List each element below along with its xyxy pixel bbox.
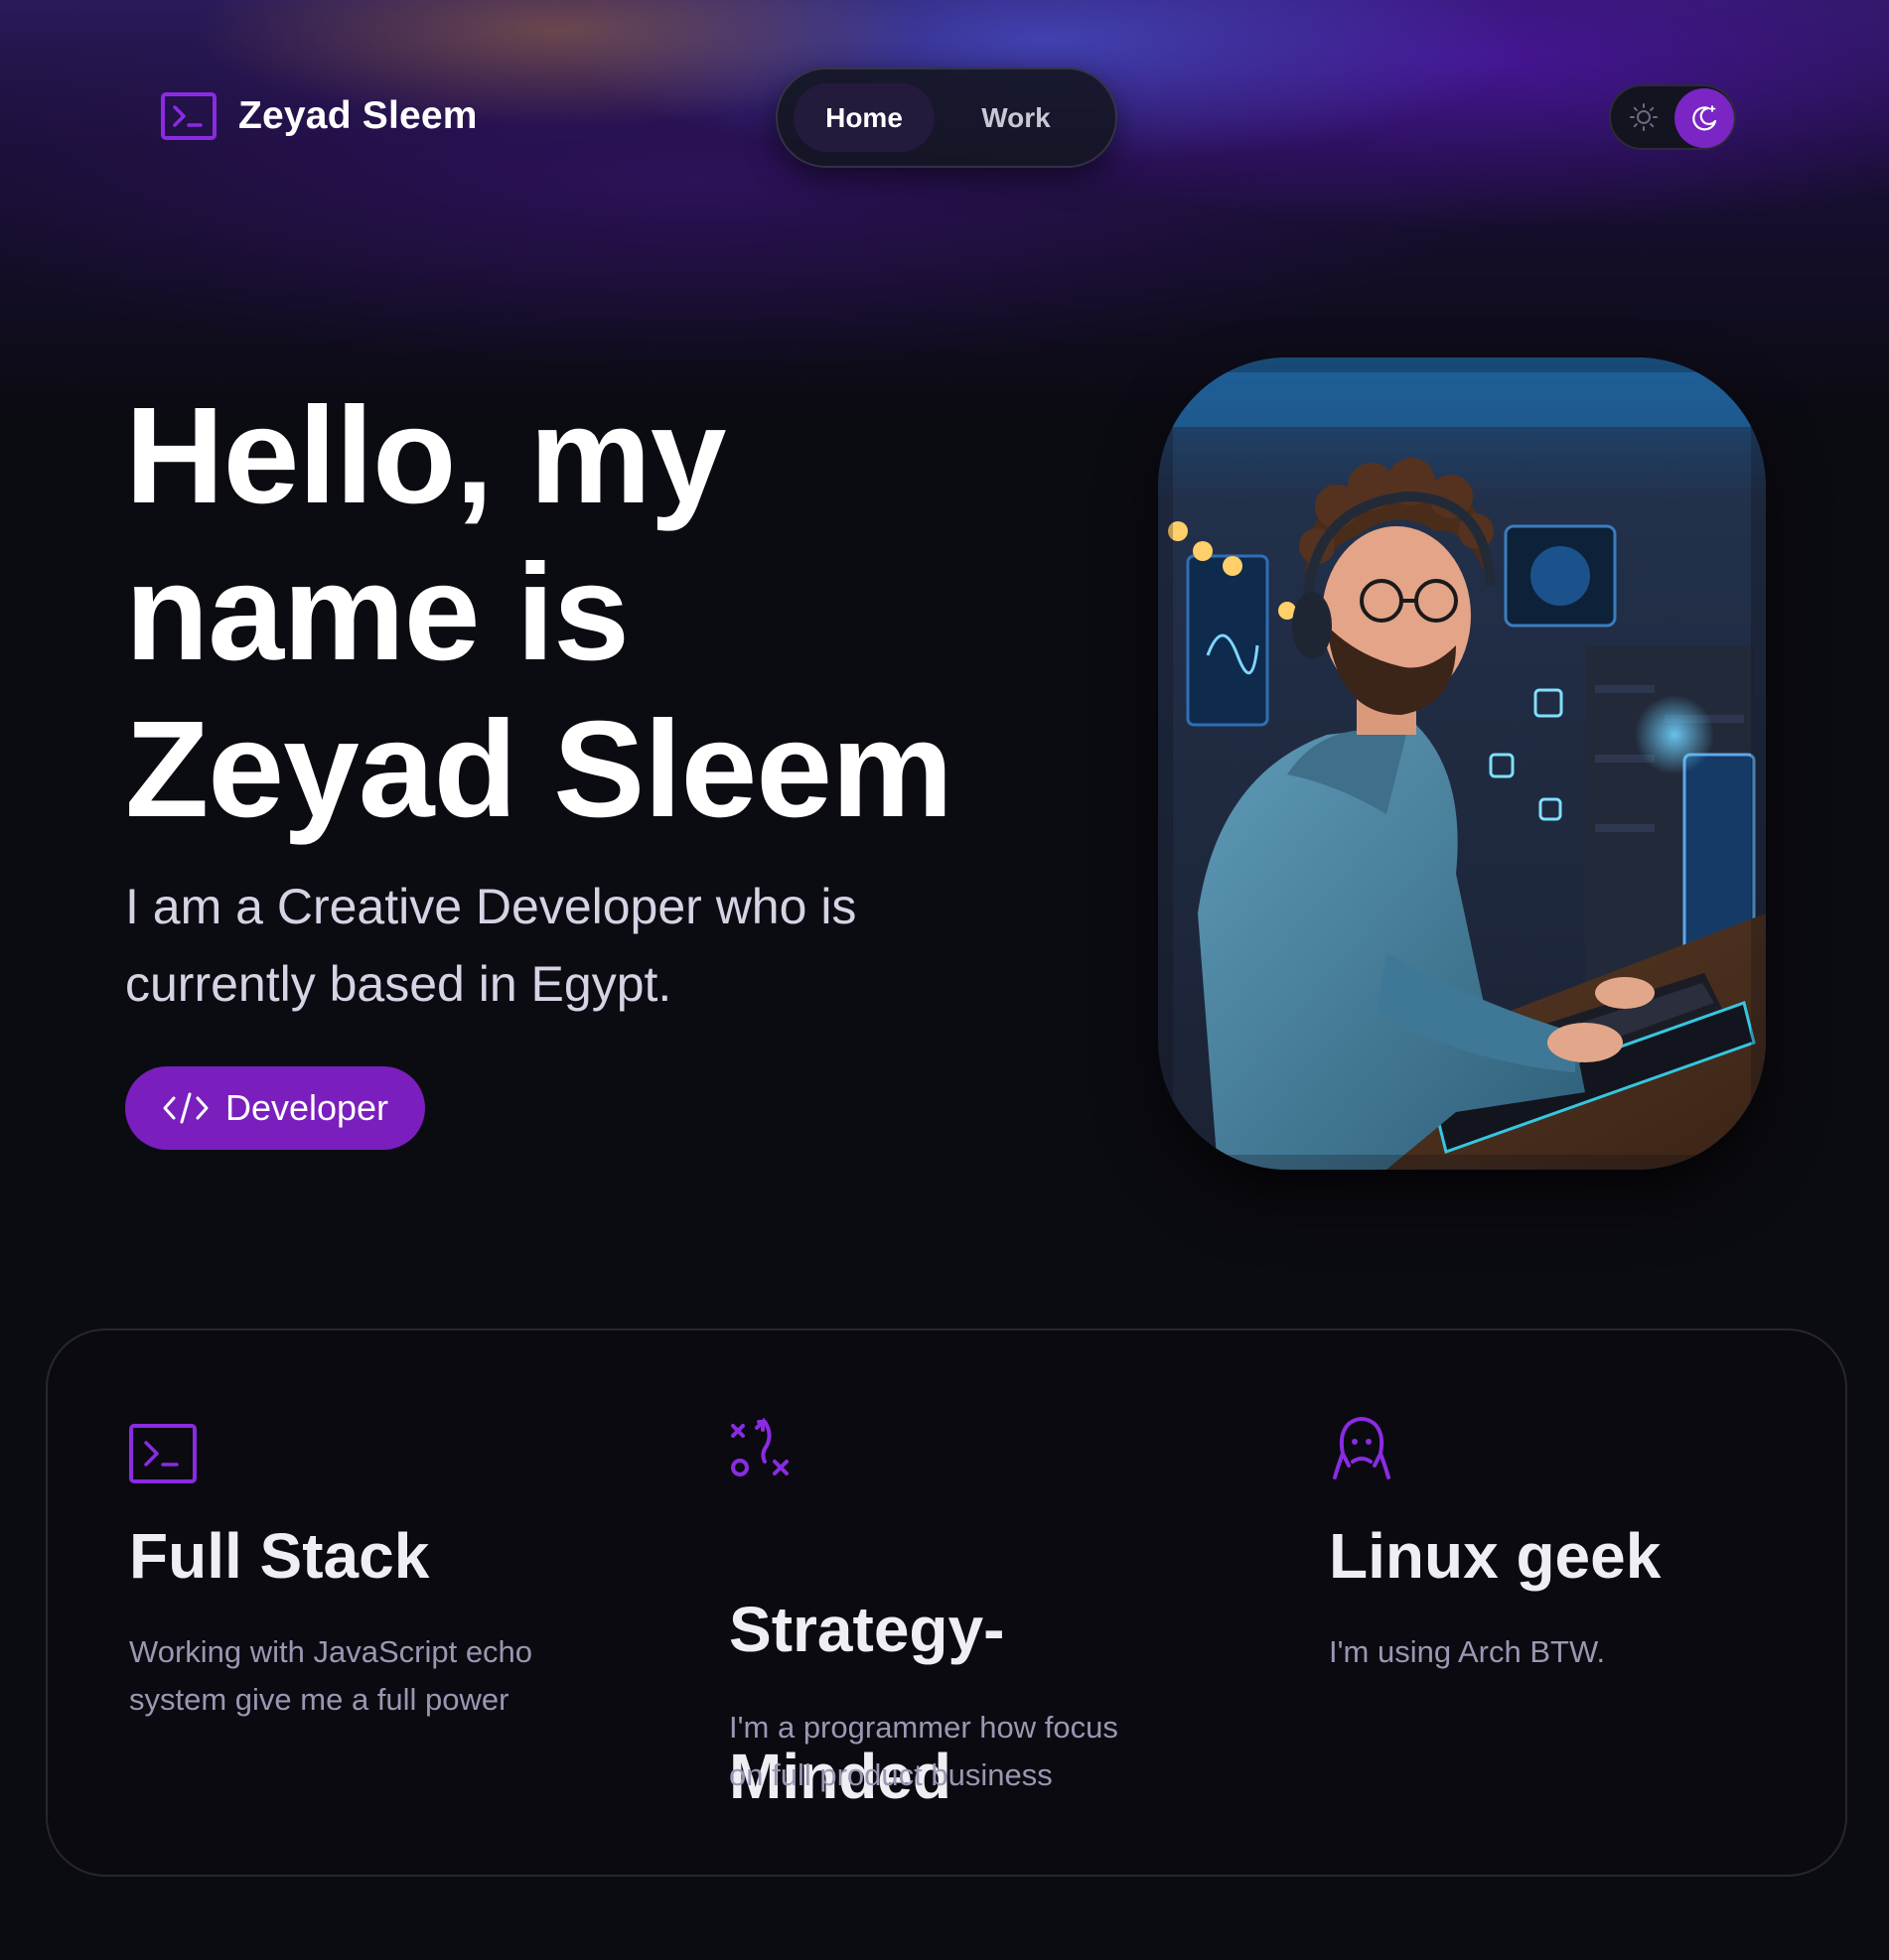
developer-button-label: Developer — [224, 1087, 389, 1128]
strategy-icon — [731, 1418, 789, 1476]
header-aurora-background — [0, 0, 1889, 417]
sun-icon — [1630, 103, 1658, 131]
hero-subtitle-line: currently based in Egypt. — [125, 956, 672, 1012]
main-nav: Home Work — [776, 68, 1117, 168]
feature-description-line: system give me a full power — [129, 1682, 509, 1717]
ghost-icon — [1333, 1417, 1390, 1479]
feature-description-line: I'm a programmer how focus — [729, 1710, 1118, 1745]
hero-title-line: name is — [125, 536, 630, 689]
code-icon — [163, 1092, 209, 1124]
moon-icon — [1692, 105, 1717, 131]
avatar-illustration — [1158, 357, 1766, 1170]
feature-title: Full Stack — [129, 1520, 430, 1592]
feature-full-stack: Full Stack Working with JavaScript echo … — [129, 1330, 646, 1879]
hero-title-line: Hello, my — [125, 379, 727, 532]
feature-title-line: Strategy- — [729, 1594, 1005, 1665]
feature-title: Linux geek — [1329, 1520, 1662, 1592]
feature-description: Working with JavaScript echo system give… — [129, 1628, 532, 1724]
brand-name: Zeyad Sleem — [238, 94, 478, 137]
terminal-icon — [161, 92, 217, 140]
feature-description: I'm a programmer how focus on full produ… — [729, 1704, 1118, 1799]
hero-title-line: Zeyad Sleem — [125, 693, 953, 846]
feature-linux-geek: Linux geek I'm using Arch BTW. — [1329, 1330, 1806, 1879]
feature-title: Strategy- Minded — [729, 1519, 1004, 1887]
developer-button[interactable]: Developer — [125, 1066, 425, 1150]
feature-description-line: on full product business — [729, 1757, 1053, 1792]
feature-strategy-minded: Strategy- Minded I'm a programmer how fo… — [729, 1330, 1245, 1879]
brand[interactable]: Zeyad Sleem — [161, 92, 478, 140]
feature-description-line: Working with JavaScript echo — [129, 1634, 533, 1669]
theme-toggle[interactable] — [1609, 84, 1736, 150]
page: Zeyad Sleem Home Work Hello, my name is … — [0, 0, 1889, 1960]
features-card: Full Stack Working with JavaScript echo … — [46, 1329, 1847, 1877]
hero-subtitle: I am a Creative Developer who is current… — [125, 868, 979, 1023]
nav-home[interactable]: Home — [794, 83, 935, 152]
hero-subtitle-line: I am a Creative Developer who is — [125, 879, 857, 934]
light-mode-button[interactable] — [1619, 92, 1669, 142]
feature-description: I'm using Arch BTW. — [1329, 1628, 1605, 1676]
hero-portrait — [1158, 357, 1766, 1170]
feature-description-line: I'm using Arch BTW. — [1329, 1634, 1606, 1669]
terminal-icon — [129, 1424, 197, 1483]
dark-mode-button[interactable] — [1674, 88, 1734, 148]
nav-work[interactable]: Work — [946, 83, 1086, 152]
hero-title: Hello, my name is Zeyad Sleem — [125, 377, 1079, 848]
